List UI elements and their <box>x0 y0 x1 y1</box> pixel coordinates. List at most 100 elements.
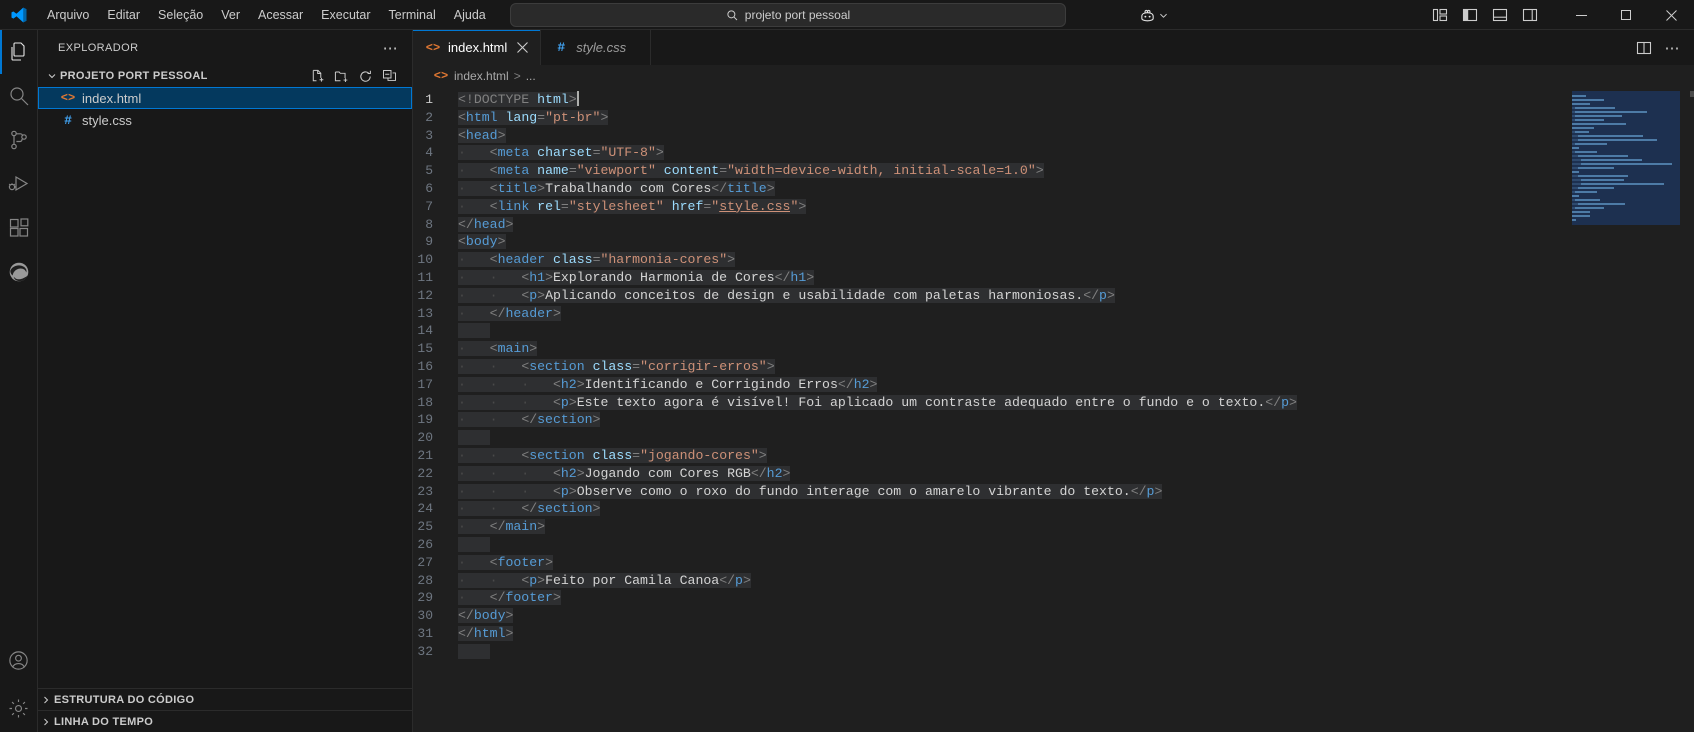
code-line-text[interactable]: · <meta name="viewport" content="width=d… <box>455 162 1044 180</box>
code-line[interactable]: 26 <box>413 536 1572 554</box>
code-line-text[interactable] <box>455 536 490 554</box>
menu-ajuda[interactable]: Ajuda <box>445 4 495 26</box>
code-line[interactable]: 2 <html lang="pt-br"> <box>413 109 1572 127</box>
code-line-text[interactable]: · </footer> <box>455 589 561 607</box>
code-viewport[interactable]: 1 <!DOCTYPE html> 2 <html lang="pt-br"> 3 <he… <box>413 87 1572 732</box>
code-line-text[interactable]: · <main> <box>455 340 538 358</box>
activity-run-and-debug[interactable] <box>0 162 38 206</box>
breadcrumb-file[interactable]: index.html <box>454 69 509 83</box>
activity-accounts[interactable] <box>0 636 38 684</box>
toggle-secondary-sidebar-icon[interactable] <box>1519 4 1541 26</box>
new-folder-icon[interactable] <box>333 68 350 85</box>
code-line[interactable]: 29 · </footer> <box>413 589 1572 607</box>
close-icon[interactable] <box>514 40 530 56</box>
code-line[interactable]: 5 · <meta name="viewport" content="width=… <box>413 162 1572 180</box>
more-actions-icon[interactable]: ⋯ <box>1660 36 1684 60</box>
minimize-button[interactable] <box>1559 0 1604 30</box>
code-line[interactable]: 1 <!DOCTYPE html> <box>413 91 1572 109</box>
code-line[interactable]: 21 · · <section class="jogando-cores"> <box>413 447 1572 465</box>
code-line[interactable]: 23 · · · <p>Observe como o roxo do fundo … <box>413 483 1572 501</box>
code-line[interactable]: 10 · <header class="harmonia-cores"> <box>413 251 1572 269</box>
code-line-text[interactable]: </html> <box>455 625 514 643</box>
toggle-panel-icon[interactable] <box>1489 4 1511 26</box>
code-line-text[interactable]: · <header class="harmonia-cores"> <box>455 251 736 269</box>
code-line-text[interactable] <box>455 322 490 340</box>
menu-arquivo[interactable]: Arquivo <box>38 4 98 26</box>
code-line-text[interactable]: <html lang="pt-br"> <box>455 109 609 127</box>
menu-selecao[interactable]: Seleção <box>149 4 212 26</box>
code-content[interactable]: 1 <!DOCTYPE html> 2 <html lang="pt-br"> 3 <he… <box>413 87 1572 661</box>
code-line[interactable]: 32 <box>413 643 1572 661</box>
code-line-text[interactable]: · · <section class="jogando-cores"> <box>455 447 767 465</box>
new-file-icon[interactable] <box>309 68 326 85</box>
code-line-text[interactable] <box>455 429 490 447</box>
copilot-icon[interactable] <box>1139 7 1156 24</box>
code-line-text[interactable]: </head> <box>455 216 514 234</box>
code-line[interactable]: 27 · <footer> <box>413 554 1572 572</box>
code-line-text[interactable]: · · · <h2>Identificando e Corrigindo Err… <box>455 376 878 394</box>
code-line[interactable]: 6 · <title>Trabalhando com Cores</title> <box>413 180 1572 198</box>
code-editor[interactable]: 1 <!DOCTYPE html> 2 <html lang="pt-br"> 3 <he… <box>413 87 1694 732</box>
code-line-text[interactable]: <head> <box>455 127 506 145</box>
code-line[interactable]: 8 </head> <box>413 216 1572 234</box>
code-line-text[interactable]: · </header> <box>455 305 561 323</box>
chevron-right-icon[interactable] <box>38 694 54 706</box>
menu-terminal[interactable]: Terminal <box>380 4 445 26</box>
code-line-text[interactable]: · <title>Trabalhando com Cores</title> <box>455 180 775 198</box>
code-line[interactable]: 30 </body> <box>413 607 1572 625</box>
refresh-icon[interactable] <box>357 68 374 85</box>
code-line-text[interactable]: · </main> <box>455 518 546 536</box>
code-line[interactable]: 25 · </main> <box>413 518 1572 536</box>
minimap-slider[interactable] <box>1690 91 1694 97</box>
code-line-text[interactable]: · · </section> <box>455 411 601 429</box>
collapse-all-icon[interactable] <box>381 68 398 85</box>
code-line-text[interactable]: </body> <box>455 607 514 625</box>
code-line-text[interactable]: · · · <p>Este texto agora é visível! Foi… <box>455 394 1297 412</box>
code-line[interactable]: 4 · <meta charset="UTF-8"> <box>413 144 1572 162</box>
menu-ver[interactable]: Ver <box>212 4 249 26</box>
activity-manage-gear[interactable] <box>0 684 38 732</box>
code-line[interactable]: 11 · · <h1>Explorando Harmonia de Cores</… <box>413 269 1572 287</box>
code-line[interactable]: 17 · · · <h2>Identificando e Corrigindo E… <box>413 376 1572 394</box>
code-line-text[interactable]: · · <h1>Explorando Harmonia de Cores</h1… <box>455 269 815 287</box>
code-line[interactable]: 18 · · · <p>Este texto agora é visível! F… <box>413 394 1572 412</box>
copilot-menu[interactable] <box>1139 7 1169 24</box>
breadcrumb-more[interactable]: ... <box>526 69 536 83</box>
menu-editar[interactable]: Editar <box>98 4 149 26</box>
code-line-text[interactable]: · · · <p>Observe como o roxo do fundo in… <box>455 483 1163 501</box>
file-item-style-css[interactable]: # style.css <box>38 109 412 131</box>
code-line[interactable]: 20 <box>413 429 1572 447</box>
code-line-text[interactable]: · <meta charset="UTF-8"> <box>455 144 664 162</box>
menu-acessar[interactable]: Acessar <box>249 4 312 26</box>
activity-search[interactable] <box>0 74 38 118</box>
code-line-text[interactable]: · · <p>Aplicando conceitos de design e u… <box>455 287 1115 305</box>
activity-explorer[interactable] <box>0 30 38 74</box>
activity-extensions[interactable] <box>0 206 38 250</box>
activity-source-control[interactable] <box>0 118 38 162</box>
code-line[interactable]: 28 · · <p>Feito por Camila Canoa</p> <box>413 572 1572 590</box>
command-center[interactable]: projeto port pessoal <box>510 3 1066 27</box>
code-line[interactable]: 31 </html> <box>413 625 1572 643</box>
chevron-right-icon[interactable] <box>38 716 54 728</box>
file-item-index-html[interactable]: <> index.html <box>38 87 412 109</box>
chevron-down-icon[interactable] <box>1158 10 1169 21</box>
code-line[interactable]: 22 · · · <h2>Jogando com Cores RGB</h2> <box>413 465 1572 483</box>
tab-index-html[interactable]: <> index.html <box>413 30 542 65</box>
code-line-text[interactable]: <!DOCTYPE html> <box>455 91 579 109</box>
code-line-text[interactable]: · <footer> <box>455 554 553 572</box>
code-line[interactable]: 14 <box>413 322 1572 340</box>
close-button[interactable] <box>1649 0 1694 30</box>
code-line-text[interactable]: · · <p>Feito por Camila Canoa</p> <box>455 572 751 590</box>
code-line[interactable]: 12 · · <p>Aplicando conceitos de design e… <box>413 287 1572 305</box>
toggle-primary-sidebar-icon[interactable] <box>1459 4 1481 26</box>
folder-section-header[interactable]: PROJETO PORT PESSOAL <box>38 65 412 87</box>
code-line-text[interactable]: · · · <h2>Jogando com Cores RGB</h2> <box>455 465 791 483</box>
section-estrutura-do-codigo[interactable]: ESTRUTURA DO CÓDIGO <box>38 688 412 710</box>
code-line[interactable]: 24 · · </section> <box>413 500 1572 518</box>
code-line[interactable]: 13 · </header> <box>413 305 1572 323</box>
code-line[interactable]: 9 <body> <box>413 233 1572 251</box>
code-line-text[interactable] <box>455 643 490 661</box>
activity-edge-browser[interactable] <box>0 250 38 294</box>
section-linha-do-tempo[interactable]: LINHA DO TEMPO <box>38 710 412 732</box>
code-line[interactable]: 16 · · <section class="corrigir-erros"> <box>413 358 1572 376</box>
